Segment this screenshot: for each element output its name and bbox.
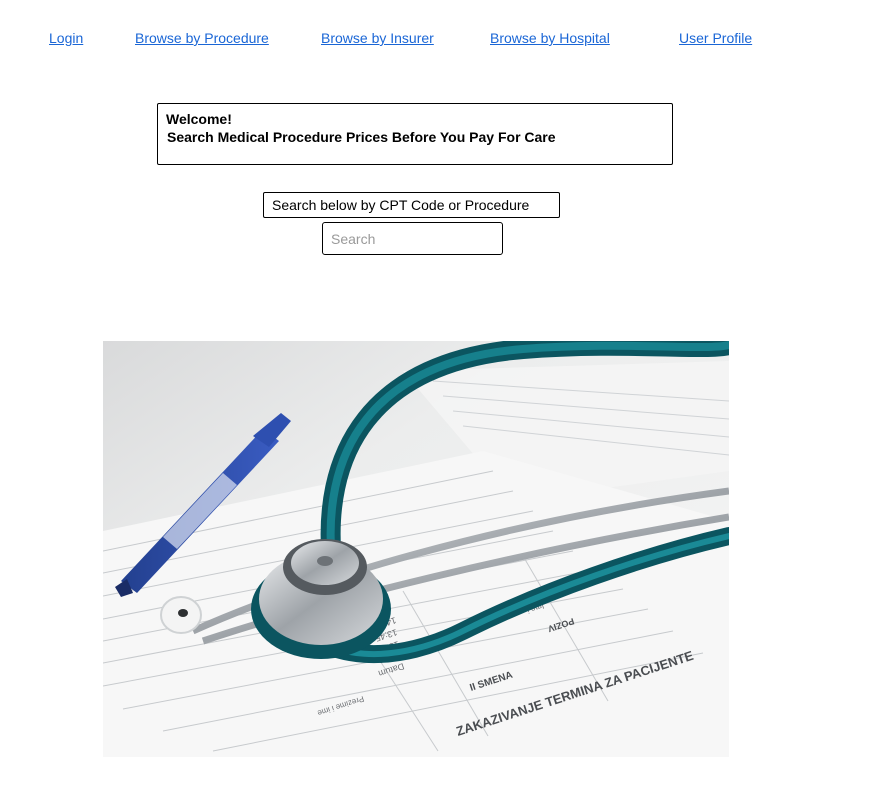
- welcome-title: Welcome!: [166, 111, 232, 127]
- nav-browse-hospital-link[interactable]: Browse by Hospital: [490, 30, 610, 46]
- welcome-subtitle: Search Medical Procedure Prices Before Y…: [167, 129, 556, 145]
- welcome-box: Welcome! Search Medical Procedure Prices…: [157, 103, 673, 165]
- nav-user-profile-link[interactable]: User Profile: [679, 30, 752, 46]
- nav-browse-procedure-link[interactable]: Browse by Procedure: [135, 30, 269, 46]
- search-input[interactable]: [322, 222, 503, 255]
- earpiece-icon: [160, 596, 202, 634]
- stethoscope-illustration: ZAKAZIVANJE TERMINA ZA PACIJENTE II SMEN…: [103, 341, 729, 757]
- hero-image: ZAKAZIVANJE TERMINA ZA PACIJENTE II SMEN…: [103, 341, 729, 757]
- search-instructions: Search below by CPT Code or Procedure: [263, 192, 560, 218]
- nav-login-link[interactable]: Login: [49, 30, 83, 46]
- nav-browse-insurer-link[interactable]: Browse by Insurer: [321, 30, 434, 46]
- page: Login Browse by Procedure Browse by Insu…: [0, 0, 879, 804]
